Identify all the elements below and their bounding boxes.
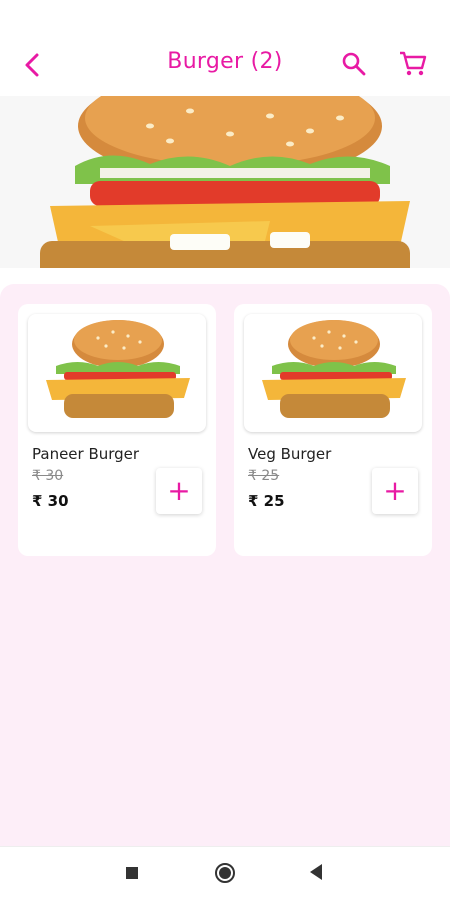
add-to-cart-button[interactable]: + xyxy=(372,468,418,514)
product-list: Paneer Burger ₹ 30 ₹ 30 + Veg Burger ₹ 2… xyxy=(0,284,450,846)
app-header: Burger (2) xyxy=(0,0,450,96)
category-banner xyxy=(0,96,450,268)
square-icon[interactable] xyxy=(126,867,138,879)
add-to-cart-button[interactable]: + xyxy=(156,468,202,514)
product-image xyxy=(28,314,206,432)
product-image xyxy=(244,314,422,432)
product-price: ₹ 30 xyxy=(32,492,69,510)
triangle-back-icon[interactable] xyxy=(310,864,322,880)
product-mrp: ₹ 30 xyxy=(32,468,64,484)
cart-icon[interactable] xyxy=(398,50,428,78)
home-dot-icon xyxy=(219,867,231,879)
burger-image xyxy=(46,320,190,418)
product-price: ₹ 25 xyxy=(248,492,285,510)
product-mrp: ₹ 25 xyxy=(248,468,280,484)
product-name: Veg Burger xyxy=(248,445,332,463)
product-card[interactable]: Veg Burger ₹ 25 ₹ 25 + xyxy=(234,304,432,556)
page-title: Burger (2) xyxy=(167,49,283,74)
search-icon[interactable] xyxy=(340,50,368,78)
burger-banner-image xyxy=(40,96,410,268)
system-navbar xyxy=(0,846,450,901)
burger-image xyxy=(262,320,406,418)
product-name: Paneer Burger xyxy=(32,445,140,463)
product-card[interactable]: Paneer Burger ₹ 30 ₹ 30 + xyxy=(18,304,216,556)
